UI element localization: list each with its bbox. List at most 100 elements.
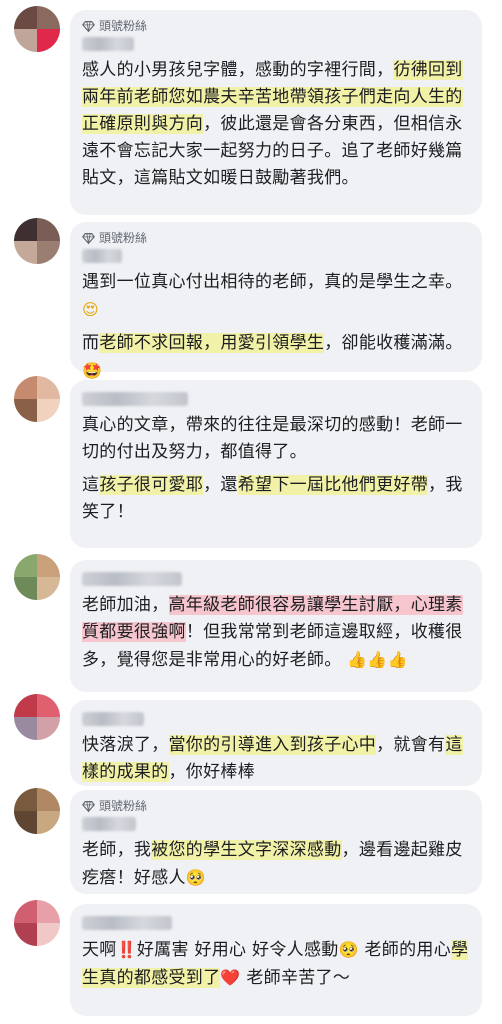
comment-paragraph: 老師，我被您的學生文字深深感動，邊看邊起雞皮疙瘩！好感人🥺 xyxy=(82,837,470,892)
comment-text: 老師，我被您的學生文字深深感動，邊看邊起雞皮疙瘩！好感人🥺 xyxy=(82,837,470,892)
text-run: 老師加油， xyxy=(82,595,169,615)
commenter-name-blurred[interactable] xyxy=(82,37,134,51)
avatar-pixel xyxy=(37,376,60,399)
comment-bubble: 頭號粉絲 感人的小男孩兒字體，感動的字裡行間，彷彿回到兩年前老師您如農夫辛苦地帶… xyxy=(70,10,482,215)
heart-eyes-icon: 😍 xyxy=(82,300,99,319)
top-fan-badge: 頭號粉絲 xyxy=(82,798,470,814)
badge-label: 頭號粉絲 xyxy=(99,799,148,813)
highlight-yellow: 希望下一屆比他們更好帶 xyxy=(237,475,429,495)
avatar-pixel xyxy=(37,6,60,29)
avatar-pixel xyxy=(14,717,37,740)
avatar[interactable] xyxy=(14,554,60,600)
text-run: ，你好棒棒 xyxy=(168,762,255,782)
text-run: 快落淚了， xyxy=(82,735,169,755)
highlight-yellow: 當你的引導進入到孩子心中 xyxy=(168,735,377,755)
avatar-pixel xyxy=(14,29,37,52)
commenter-name-blurred[interactable] xyxy=(82,916,172,930)
diamond-icon xyxy=(82,800,95,812)
avatar-pixel xyxy=(14,811,37,834)
comment-text: 快落淚了，當你的引導進入到孩子心中，就會有這樣的成果的，你好棒棒 xyxy=(82,732,470,786)
avatar-pixel xyxy=(14,399,37,422)
avatar-pixel xyxy=(14,577,37,600)
double-exclamation-icon: ‼️ xyxy=(116,940,137,959)
avatar-pixel xyxy=(37,554,60,577)
avatar-pixel xyxy=(37,717,60,740)
text-run: 老師，我 xyxy=(82,840,152,860)
text-run: ，還 xyxy=(203,475,238,495)
comment-bubble: 頭號粉絲 老師，我被您的學生文字深深感動，邊看邊起雞皮疙瘩！好感人🥺 xyxy=(70,790,482,894)
avatar-pixel xyxy=(37,923,60,946)
comment-paragraph: 天啊‼️好厲害 好用心 好令人感動🥺 老師的用心學生真的都感受到了❤️ 老師辛苦… xyxy=(82,936,470,992)
red-heart-icon: ❤️ xyxy=(220,968,241,987)
avatar-pixel xyxy=(14,694,37,717)
text-run: 這 xyxy=(82,475,100,495)
avatar-pixel xyxy=(37,694,60,717)
highlight-yellow: 老師不求回報，用愛引領學生 xyxy=(99,333,325,353)
avatar-pixel xyxy=(37,218,60,241)
text-run: 遇到一位真心付出相待的老師，真的是學生之幸。 xyxy=(82,272,463,292)
avatar-pixel xyxy=(37,399,60,422)
commenter-name-blurred[interactable] xyxy=(82,249,122,263)
comment-text: 天啊‼️好厲害 好用心 好令人感動🥺 老師的用心學生真的都感受到了❤️ 老師辛苦… xyxy=(82,936,470,992)
comment-paragraph: 快落淚了，當你的引導進入到孩子心中，就會有這樣的成果的，你好棒棒 xyxy=(82,732,470,786)
text-run: ，就會有 xyxy=(376,735,446,755)
avatar-pixel xyxy=(37,241,60,264)
highlight-yellow: 孩子很可愛耶 xyxy=(99,475,204,495)
text-run: 好厲害 好用心 好令人感動 xyxy=(136,940,339,960)
comment-text: 真心的文章，帶來的往往是最深切的感動！老師一切的付出及努力，都值得了。這孩子很可… xyxy=(82,412,470,526)
comment-text: 遇到一位真心付出相待的老師，真的是學生之幸。 😍 而老師不求回報，用愛引領學生，卻… xyxy=(82,269,470,385)
text-run: 感人的小男孩兒字體，感動的字裡行間， xyxy=(82,60,394,80)
comment-bubble: 天啊‼️好厲害 好用心 好令人感動🥺 老師的用心學生真的都感受到了❤️ 老師辛苦… xyxy=(70,904,482,1016)
avatar-pixel xyxy=(37,577,60,600)
avatar-pixel xyxy=(14,900,37,923)
text-run: 而 xyxy=(82,333,100,353)
avatar-pixel xyxy=(14,788,37,811)
avatar[interactable] xyxy=(14,218,60,264)
text-run: ，卻能收穫滿滿。 xyxy=(324,333,463,353)
comment-text: 感人的小男孩兒字體，感動的字裡行間，彷彿回到兩年前老師您如農夫辛苦地帶領孩子們走… xyxy=(82,57,470,192)
commenter-name-blurred[interactable] xyxy=(82,817,136,831)
comment-text: 老師加油，高年級老師很容易讓學生討厭，心理素質都要很強啊！但我常常到老師這邊取經… xyxy=(82,592,470,674)
avatar-pixel xyxy=(37,900,60,923)
comment-paragraph: 而老師不求回報，用愛引領學生，卻能收穫滿滿。 🤩 xyxy=(82,330,470,385)
avatar[interactable] xyxy=(14,6,60,52)
avatar-pixel xyxy=(37,788,60,811)
text-run: 天啊 xyxy=(82,940,117,960)
avatar-pixel xyxy=(14,241,37,264)
comment-paragraph: 遇到一位真心付出相待的老師，真的是學生之幸。 😍 xyxy=(82,269,470,324)
comment-bubble: 真心的文章，帶來的往往是最深切的感動！老師一切的付出及努力，都值得了。這孩子很可… xyxy=(70,380,482,548)
avatar-pixel xyxy=(37,29,60,52)
avatar[interactable] xyxy=(14,376,60,422)
comment-paragraph: 真心的文章，帶來的往往是最深切的感動！老師一切的付出及努力，都值得了。 xyxy=(82,412,470,466)
text-run: 真心的文章，帶來的往往是最深切的感動！老師一切的付出及努力，都值得了。 xyxy=(82,415,463,462)
text-run: 老師辛苦了～ xyxy=(240,968,351,988)
avatar[interactable] xyxy=(14,788,60,834)
diamond-icon xyxy=(82,232,95,244)
avatar[interactable] xyxy=(14,900,60,946)
comment-paragraph: 老師加油，高年級老師很容易讓學生討厭，心理素質都要很強啊！但我常常到老師這邊取經… xyxy=(82,592,470,674)
top-fan-badge: 頭號粉絲 xyxy=(82,230,470,246)
badge-label: 頭號粉絲 xyxy=(99,231,148,245)
avatar-pixel xyxy=(14,554,37,577)
avatar-pixel xyxy=(37,811,60,834)
avatar-pixel xyxy=(14,376,37,399)
badge-label: 頭號粉絲 xyxy=(99,19,148,33)
comment-paragraph: 感人的小男孩兒字體，感動的字裡行間，彷彿回到兩年前老師您如農夫辛苦地帶領孩子們走… xyxy=(82,57,470,192)
top-fan-badge: 頭號粉絲 xyxy=(82,18,470,34)
avatar-pixel xyxy=(14,6,37,29)
comment-paragraph: 這孩子很可愛耶，還希望下一屆比他們更好帶，我笑了！ xyxy=(82,472,470,526)
comment-bubble: 快落淚了，當你的引導進入到孩子心中，就會有這樣的成果的，你好棒棒 xyxy=(70,700,482,786)
avatar-pixel xyxy=(14,923,37,946)
commenter-name-blurred[interactable] xyxy=(82,572,182,586)
pleading-face-icon: 🥺 xyxy=(185,868,207,887)
comment-bubble: 老師加油，高年級老師很容易讓學生討厭，心理素質都要很強啊！但我常常到老師這邊取經… xyxy=(70,560,482,692)
avatar[interactable] xyxy=(14,694,60,740)
highlight-yellow: 被您的學生文字深深感動 xyxy=(151,840,342,860)
commenter-name-blurred[interactable] xyxy=(82,392,188,406)
pleading-face-icon: 🥺 xyxy=(338,940,359,959)
thumbs-up-icon: 👍👍👍 xyxy=(347,650,408,669)
commenter-name-blurred[interactable] xyxy=(82,712,144,726)
avatar-pixel xyxy=(14,218,37,241)
comment-bubble: 頭號粉絲 遇到一位真心付出相待的老師，真的是學生之幸。 😍 而老師不求回報，用愛引… xyxy=(70,222,482,380)
diamond-icon xyxy=(82,20,95,32)
